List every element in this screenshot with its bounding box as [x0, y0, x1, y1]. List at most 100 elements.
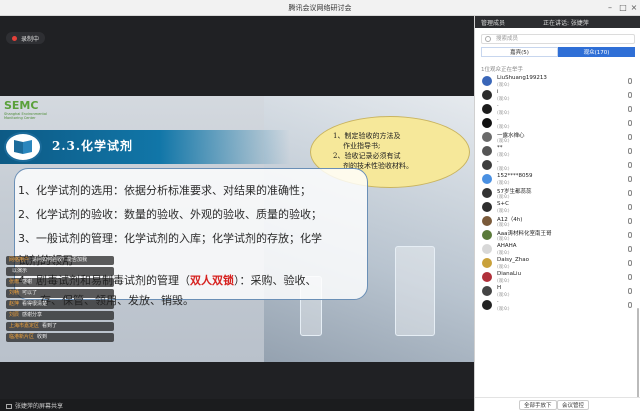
member-row[interactable]: 152****8059 (观众)	[475, 172, 640, 186]
tab-audience[interactable]: 观众(170)	[558, 47, 635, 57]
member-row[interactable]: LiuShuang199213 (观众)	[475, 74, 640, 88]
bottle-image	[395, 246, 435, 336]
member-name: DianaLiu	[497, 271, 522, 277]
mic-icon[interactable]	[628, 134, 632, 140]
mic-icon[interactable]	[628, 106, 632, 112]
book-icon	[4, 132, 42, 162]
chat-message: 网络用户 请问如何验收？能否加我	[6, 256, 114, 265]
member-row[interactable]: · (观众)	[475, 116, 640, 130]
avatar	[482, 286, 492, 296]
section-banner: 2.3.化学试剂	[0, 130, 290, 164]
member-row[interactable]: A12（4h) (观众)	[475, 214, 640, 228]
highlight-text: 双人双锁	[190, 274, 234, 287]
member-row[interactable]: 一露水禅心 (观众)	[475, 130, 640, 144]
share-label[interactable]: 张婕萍的屏幕共享	[6, 401, 63, 410]
slide-line-2: 2、化学试剂的验收：数量的验收、外观的验收、质量的验收；	[18, 208, 322, 221]
tab-guests[interactable]: 嘉宾(5)	[481, 47, 558, 57]
scrollbar[interactable]	[637, 308, 639, 398]
chat-message: 张雨 感谢	[6, 278, 114, 287]
avatar	[482, 118, 492, 128]
member-name: S+C	[497, 201, 509, 207]
slide-line-3: 3、一般试剂的管理：化学试剂的入库；化学试剂的存放；化学	[18, 232, 322, 245]
chat-overlay: 网络用户 请问如何验收？能否加我 以演示 张雨 感谢 刘畅 可以了 赵萍 看得很清楚 刘…	[6, 256, 114, 344]
avatar	[482, 272, 492, 282]
semc-logo: SEMC Shanghai Environmental Monitoring C…	[4, 99, 47, 120]
recording-indicator[interactable]: 录制中	[6, 32, 46, 44]
member-row[interactable]: · (观众)	[475, 102, 640, 116]
member-row[interactable]: i (观众)	[475, 88, 640, 102]
avatar	[482, 174, 492, 184]
member-name: H	[497, 285, 502, 291]
avatar	[482, 258, 492, 268]
avatar	[482, 104, 492, 114]
member-row[interactable]: · (观众)	[475, 298, 640, 312]
mic-icon[interactable]	[628, 148, 632, 154]
mic-icon[interactable]	[628, 162, 632, 168]
lower-all-hands-button[interactable]: 全部手放下	[519, 400, 557, 410]
mic-icon[interactable]	[628, 120, 632, 126]
member-row[interactable]: · (观众)	[475, 158, 640, 172]
mic-icon[interactable]	[628, 246, 632, 252]
mic-icon[interactable]	[628, 288, 632, 294]
mic-icon[interactable]	[628, 176, 632, 182]
member-name: ·	[497, 103, 499, 109]
speaking-indicator: 正在讲话: 张婕萍	[543, 20, 589, 27]
meeting-stage: 录制中 SEMC Shanghai Environmental Monitori…	[0, 16, 474, 411]
member-row[interactable]: H (观众)	[475, 284, 640, 298]
recording-label: 录制中	[21, 35, 40, 43]
chat-message: 刘畅 可以了	[6, 289, 114, 298]
member-row[interactable]: 57岁生都蕊蕊 (观众)	[475, 186, 640, 200]
member-row[interactable]: DianaLiu (观众)	[475, 270, 640, 284]
close-icon[interactable]: ×	[628, 2, 640, 14]
avatar	[482, 146, 492, 156]
bubble-line: 1、制定验收的方法及	[333, 132, 401, 140]
search-icon	[485, 36, 491, 42]
member-name: ·	[497, 299, 499, 305]
bubble-line: 2、验收记录必须有试	[333, 152, 401, 160]
avatar	[482, 90, 492, 100]
avatar	[482, 160, 492, 170]
chat-message: 以演示	[6, 267, 114, 276]
member-name: 152****8059	[497, 173, 533, 179]
panel-header: 管理成员 正在讲话: 张婕萍	[475, 16, 640, 28]
record-dot-icon	[12, 35, 17, 41]
mic-icon[interactable]	[628, 218, 632, 224]
avatar	[482, 132, 492, 142]
mic-icon[interactable]	[628, 204, 632, 210]
mic-icon[interactable]	[628, 190, 632, 196]
member-row[interactable]: AHAHA (观众)	[475, 242, 640, 256]
member-name: Daisy_Zhao	[497, 257, 529, 263]
member-tabs: 嘉宾(5) 观众(170)	[481, 47, 635, 57]
minimize-icon[interactable]: –	[604, 2, 616, 14]
meeting-control-button[interactable]: 会议管控	[557, 400, 590, 410]
member-search-input[interactable]: 搜索成员	[481, 34, 635, 44]
mic-icon[interactable]	[628, 260, 632, 266]
member-name: AHAHA	[497, 243, 517, 249]
slide-line-1: 1、化学试剂的选用：依据分析标准要求、对结果的准确性；	[18, 184, 311, 197]
avatar	[482, 244, 492, 254]
mic-icon[interactable]	[628, 78, 632, 84]
member-row[interactable]: S+C (观众)	[475, 200, 640, 214]
member-row[interactable]: ** (观众)	[475, 144, 640, 158]
avatar	[482, 188, 492, 198]
window-title: 腾讯会议网络研讨会	[288, 4, 352, 12]
mic-icon[interactable]	[628, 274, 632, 280]
chat-message: 临港新片区 收到	[6, 333, 114, 342]
avatar	[482, 230, 492, 240]
member-name: **	[497, 145, 503, 151]
mic-icon[interactable]	[628, 232, 632, 238]
avatar	[482, 300, 492, 310]
mic-icon[interactable]	[628, 92, 632, 98]
member-row[interactable]: Aaa涛材料化室南王哥 (观众)	[475, 228, 640, 242]
screen-share-icon	[6, 404, 12, 409]
bubble-line: 作业指导书;	[343, 142, 381, 150]
slide-heading: 2.3.化学试剂	[52, 139, 134, 153]
raise-hand-notice: 1位观众正在举手	[481, 67, 523, 73]
member-name: i	[497, 89, 499, 95]
mic-icon[interactable]	[628, 302, 632, 308]
member-row[interactable]: Daisy_Zhao (观众)	[475, 256, 640, 270]
avatar	[482, 216, 492, 226]
avatar	[482, 202, 492, 212]
share-status-bar: 张婕萍的屏幕共享	[0, 399, 474, 411]
chat-message: 赵萍 看得很清楚	[6, 300, 114, 309]
